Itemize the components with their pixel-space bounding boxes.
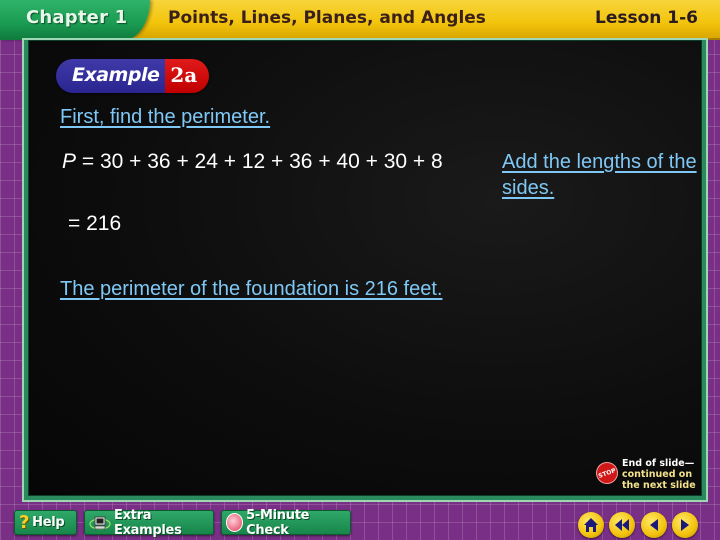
stop-sign-icon: STOP xyxy=(592,458,622,488)
next-slide-button[interactable] xyxy=(672,512,698,538)
equation-result: = 216 xyxy=(68,212,122,235)
five-minute-check-label: 5-Minute Check xyxy=(246,507,310,538)
end-of-slide-note: STOP End of slide— continued on the next… xyxy=(592,458,696,491)
example-badge: Example 2a xyxy=(56,59,210,93)
equation-expression: = 30 + 36 + 24 + 12 + 36 + 40 + 30 + 8 xyxy=(81,150,443,173)
end-note-line1: End of slide— xyxy=(622,458,695,469)
home-icon xyxy=(584,518,598,532)
example-word: Example xyxy=(56,59,166,93)
equation-variable: P xyxy=(62,150,77,173)
home-button[interactable] xyxy=(578,512,604,538)
conclusion-text[interactable]: The perimeter of the foundation is 216 f… xyxy=(60,278,442,301)
step-text[interactable]: First, find the perimeter. xyxy=(60,106,270,129)
header-bar: Chapter 1 Points, Lines, Planes, and Ang… xyxy=(0,0,720,40)
help-button[interactable]: ? Help xyxy=(14,510,77,535)
help-label: Help xyxy=(32,515,65,530)
first-slide-icon xyxy=(615,519,629,531)
chapter-tab: Chapter 1 xyxy=(0,0,150,40)
perimeter-equation: P = 30 + 36 + 24 + 12 + 36 + 40 + 30 + 8 xyxy=(62,150,443,174)
extra-examples-label: Extra Examples xyxy=(114,507,182,538)
lesson-number: Lesson 1-6 xyxy=(594,8,698,28)
lesson-title: Points, Lines, Planes, and Angles xyxy=(168,8,486,28)
end-note-line2: continued on xyxy=(622,469,693,480)
computer-icon xyxy=(89,515,111,531)
note-text[interactable]: Add the lengths of the sides. xyxy=(502,149,702,201)
first-slide-button[interactable] xyxy=(609,512,635,538)
five-minute-check-button[interactable]: 5-Minute Check xyxy=(221,507,351,538)
chapter-label: Chapter 1 xyxy=(26,7,128,28)
question-mark-icon: ? xyxy=(19,512,30,533)
previous-slide-icon xyxy=(650,519,658,531)
slide-panel: Example 2a First, find the perimeter. P … xyxy=(24,40,706,500)
end-note-line3: the next slide xyxy=(622,480,696,491)
clock-icon xyxy=(226,513,244,532)
extra-examples-button[interactable]: Extra Examples xyxy=(84,507,214,538)
example-number: 2a xyxy=(165,59,210,93)
previous-slide-button[interactable] xyxy=(641,512,667,538)
next-slide-icon xyxy=(681,519,689,531)
